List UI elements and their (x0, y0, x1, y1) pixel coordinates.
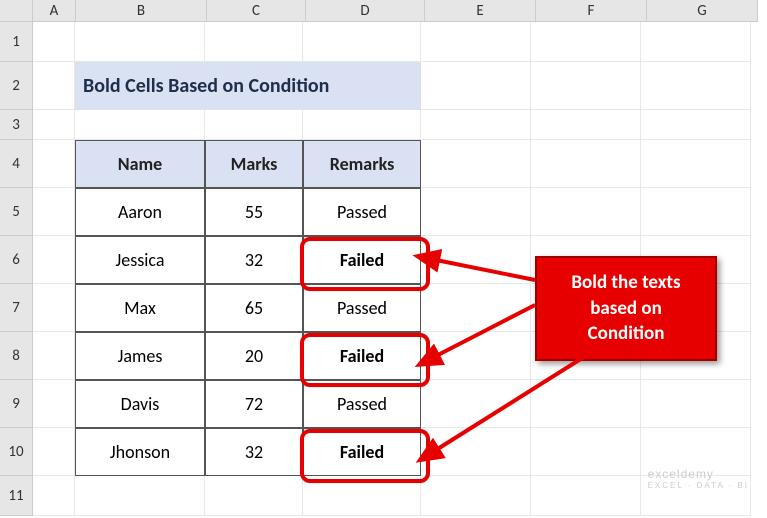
cell-name-4[interactable]: Davis (75, 380, 205, 428)
cell-E9[interactable] (421, 380, 531, 428)
cell-A10[interactable] (33, 428, 75, 476)
cell-G5[interactable] (641, 188, 751, 236)
select-all-corner[interactable] (0, 0, 33, 22)
cell-E4[interactable] (421, 140, 531, 188)
cell-marks-3[interactable]: 20 (205, 332, 303, 380)
watermark-main: exceldemy (648, 467, 714, 481)
cell-D3[interactable] (303, 110, 421, 140)
row-header-7[interactable]: 7 (0, 284, 33, 332)
col-header-A[interactable]: A (33, 0, 76, 22)
cell-B3[interactable] (75, 110, 205, 140)
cell-marks-2[interactable]: 65 (205, 284, 303, 332)
cell-E5[interactable] (421, 188, 531, 236)
cell-remarks-0[interactable]: Passed (303, 188, 421, 236)
cell-B11[interactable] (75, 476, 205, 516)
cell-C3[interactable] (205, 110, 303, 140)
cell-C11[interactable] (205, 476, 303, 516)
cell-F2[interactable] (531, 62, 641, 110)
cell-F3[interactable] (531, 110, 641, 140)
cell-E11[interactable] (421, 476, 531, 516)
cell-G4[interactable] (641, 140, 751, 188)
cell-A11[interactable] (33, 476, 75, 516)
callout-box: Bold the textsbased onCondition (535, 256, 717, 361)
row-header-6[interactable]: 6 (0, 236, 33, 284)
cell-remarks-1[interactable]: Failed (303, 236, 421, 284)
cell-E8[interactable] (421, 332, 531, 380)
cell-F5[interactable] (531, 188, 641, 236)
cell-E3[interactable] (421, 110, 531, 140)
cell-marks-1[interactable]: 32 (205, 236, 303, 284)
cell-A6[interactable] (33, 236, 75, 284)
cell-name-2[interactable]: Max (75, 284, 205, 332)
cell-F1[interactable] (531, 22, 641, 62)
watermark-sub: EXCEL · DATA · BI (648, 481, 749, 490)
cell-A9[interactable] (33, 380, 75, 428)
cell-marks-0[interactable]: 55 (205, 188, 303, 236)
row-header-8[interactable]: 8 (0, 332, 33, 380)
cell-remarks-3[interactable]: Failed (303, 332, 421, 380)
cell-name-5[interactable]: Jhonson (75, 428, 205, 476)
watermark: exceldemy EXCEL · DATA · BI (648, 467, 749, 490)
cell-name-0[interactable]: Aaron (75, 188, 205, 236)
cell-A3[interactable] (33, 110, 75, 140)
cell-A1[interactable] (33, 22, 75, 62)
cell-D11[interactable] (303, 476, 421, 516)
column-headers: A B C D E F G (0, 0, 758, 22)
row-header-2[interactable]: 2 (0, 62, 33, 110)
table-header-marks[interactable]: Marks (205, 140, 303, 188)
cell-G9[interactable] (641, 380, 751, 428)
table-header-remarks[interactable]: Remarks (303, 140, 421, 188)
table-header-name[interactable]: Name (75, 140, 205, 188)
cell-C1[interactable] (205, 22, 303, 62)
cell-F11[interactable] (531, 476, 641, 516)
cell-A4[interactable] (33, 140, 75, 188)
cell-F9[interactable] (531, 380, 641, 428)
col-header-E[interactable]: E (425, 0, 536, 22)
cell-E7[interactable] (421, 284, 531, 332)
row-header-4[interactable]: 4 (0, 140, 33, 188)
cell-E1[interactable] (421, 22, 531, 62)
cell-F10[interactable] (531, 428, 641, 476)
cell-A7[interactable] (33, 284, 75, 332)
cell-E10[interactable] (421, 428, 531, 476)
col-header-F[interactable]: F (536, 0, 647, 22)
cell-name-1[interactable]: Jessica (75, 236, 205, 284)
cell-B1[interactable] (75, 22, 205, 62)
row-header-5[interactable]: 5 (0, 188, 33, 236)
cell-A8[interactable] (33, 332, 75, 380)
row-header-10[interactable]: 10 (0, 428, 33, 476)
cell-E2[interactable] (421, 62, 531, 110)
cell-E6[interactable] (421, 236, 531, 284)
cell-name-3[interactable]: James (75, 332, 205, 380)
cell-remarks-2[interactable]: Passed (303, 284, 421, 332)
cell-A5[interactable] (33, 188, 75, 236)
row-header-3[interactable]: 3 (0, 110, 33, 140)
col-header-D[interactable]: D (306, 0, 425, 22)
cell-remarks-5[interactable]: Failed (303, 428, 421, 476)
col-header-G[interactable]: G (647, 0, 758, 22)
col-header-B[interactable]: B (76, 0, 207, 22)
cell-marks-5[interactable]: 32 (205, 428, 303, 476)
cell-D1[interactable] (303, 22, 421, 62)
title-cell[interactable]: Bold Cells Based on Condition (75, 62, 421, 110)
cell-G3[interactable] (641, 110, 751, 140)
cell-A2[interactable] (33, 62, 75, 110)
row-header-1[interactable]: 1 (0, 22, 33, 62)
cell-G1[interactable] (641, 22, 751, 62)
row-header-11[interactable]: 11 (0, 476, 33, 516)
cell-G2[interactable] (641, 62, 751, 110)
row-header-9[interactable]: 9 (0, 380, 33, 428)
col-header-C[interactable]: C (207, 0, 306, 22)
cell-marks-4[interactable]: 72 (205, 380, 303, 428)
cell-remarks-4[interactable]: Passed (303, 380, 421, 428)
cell-F4[interactable] (531, 140, 641, 188)
